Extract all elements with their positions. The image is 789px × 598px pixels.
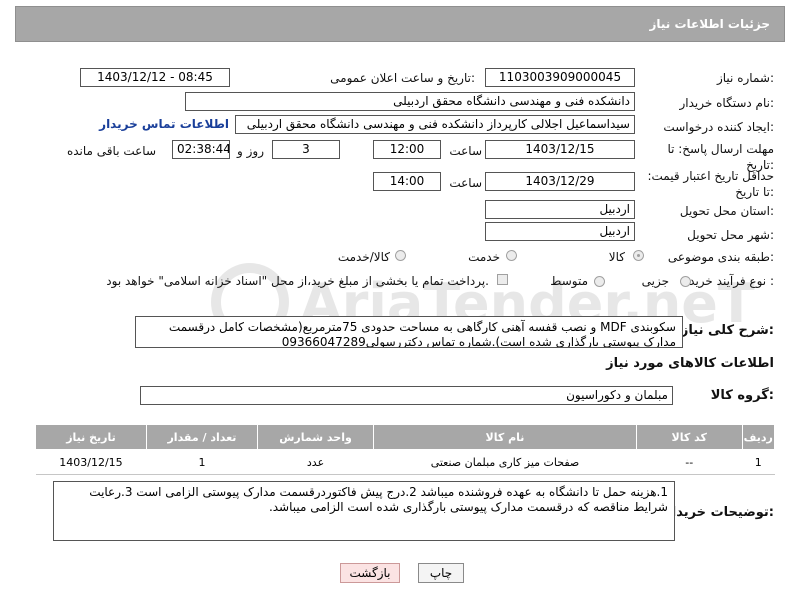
description-text: سکوبندی MDF و نصب قفسه آهنی کارگاهی به م…	[168, 320, 676, 348]
category-goods-radio[interactable]	[633, 250, 644, 261]
need-number-label: شماره نیاز:	[716, 71, 774, 85]
reply-date-field: 1403/12/15	[485, 140, 635, 159]
col-quantity: تعداد / مقدار	[145, 424, 258, 450]
purchase-minor-radio[interactable]	[680, 276, 691, 287]
price-validity-time-label: ساعت	[449, 176, 482, 190]
reply-time-field: 12:00	[373, 140, 441, 159]
time-remaining-field: 02:38:44	[172, 140, 230, 159]
buyer-notes-label: توضیحات خریدار:	[664, 505, 774, 520]
back-button[interactable]: بازگشت	[340, 563, 400, 583]
price-validity-label: حداقل تاریخ اعتبار قیمت: تا تاریخ:	[647, 169, 774, 199]
page-title: جزئیات اطلاعات نیاز	[649, 17, 770, 31]
description-textarea[interactable]: سکوبندی MDF و نصب قفسه آهنی کارگاهی به م…	[135, 316, 683, 348]
purchase-medium-label: متوسط	[550, 274, 588, 288]
col-need-date: تاریخ نیاز	[35, 424, 147, 450]
buyer-contact-link[interactable]: اطلاعات تماس خریدار	[99, 117, 229, 131]
goods-table: ردیف کد کالا نام کالا واحد شمارش تعداد /…	[35, 424, 776, 475]
goods-group-label: گروه کالا:	[710, 388, 774, 403]
delivery-province-field: اردبیل	[485, 200, 635, 219]
hours-remaining-label: ساعت باقی مانده	[66, 144, 156, 158]
requester-field: سیداسماعیل اجلالی کارپرداز دانشکده فنی و…	[235, 115, 635, 134]
delivery-city-field: اردبیل	[485, 222, 635, 241]
purchase-minor-label: جزیی	[641, 274, 669, 288]
goods-info-heading: اطلاعات کالاهای مورد نیاز	[606, 356, 774, 371]
col-goods-name: نام کالا	[373, 424, 637, 450]
col-row-number: ردیف	[741, 424, 776, 450]
col-unit: واحد شمارش	[256, 424, 375, 450]
buyer-org-label: نام دستگاه خریدار:	[679, 96, 775, 110]
delivery-city-label: شهر محل تحویل:	[687, 228, 774, 242]
delivery-province-label: استان محل تحویل:	[679, 204, 774, 218]
cell-unit: عدد	[257, 449, 374, 475]
category-label: طبقه بندی موضوعی:	[667, 250, 774, 264]
price-validity-date-field: 1403/12/29	[485, 172, 635, 191]
cell-quantity: 1	[146, 449, 258, 475]
cell-row-number: 1	[742, 449, 775, 475]
requester-label: ایجاد کننده درخواست:	[663, 120, 774, 134]
cell-goods-name: صفحات میز کاری مبلمان صنعتی	[373, 449, 637, 475]
need-number-field: 1103003909000045	[485, 68, 635, 87]
category-service-label: خدمت	[468, 250, 500, 264]
announce-datetime-field: 1403/12/12 - 08:45	[80, 68, 230, 87]
category-service-radio[interactable]	[506, 250, 517, 261]
buyer-org-field: دانشکده فنی و مهندسی دانشگاه محقق اردبیل…	[185, 92, 635, 111]
col-goods-code: کد کالا	[635, 424, 743, 450]
goods-table-header: ردیف کد کالا نام کالا واحد شمارش تعداد /…	[35, 424, 776, 450]
purchase-type-label: نوع فرآیند خرید :	[689, 274, 774, 288]
print-button[interactable]: چاپ	[418, 563, 464, 583]
buyer-notes-text: 1.هزینه حمل تا دانشگاه به عهده فروشنده م…	[89, 485, 668, 514]
treasury-payment-checkbox[interactable]	[497, 274, 508, 285]
goods-group-field: مبلمان و دکوراسیون	[140, 386, 673, 405]
purchase-medium-radio[interactable]	[594, 276, 605, 287]
announce-datetime-label: تاریخ و ساعت اعلان عمومی:	[330, 71, 475, 85]
price-validity-time-field: 14:00	[373, 172, 441, 191]
cell-need-date: 1403/12/15	[35, 449, 147, 475]
category-goods-service-radio[interactable]	[395, 250, 406, 261]
days-and-label: روز و	[237, 144, 264, 158]
category-goods-label: کالا	[608, 250, 625, 264]
cell-goods-code: --	[636, 449, 743, 475]
treasury-payment-note: پرداخت تمام یا بخشی از مبلغ خرید،از محل …	[106, 274, 489, 288]
buyer-notes-textarea[interactable]: 1.هزینه حمل تا دانشگاه به عهده فروشنده م…	[53, 481, 675, 541]
category-goods-service-label: کالا/خدمت	[337, 250, 390, 264]
table-row: 1 -- صفحات میز کاری مبلمان صنعتی عدد 1 1…	[35, 449, 775, 475]
reply-time-label: ساعت	[449, 144, 482, 158]
days-remaining-field: 3	[272, 140, 340, 159]
page-header: جزئیات اطلاعات نیاز	[15, 6, 785, 42]
description-label: شرح کلی نیاز:	[680, 323, 774, 338]
